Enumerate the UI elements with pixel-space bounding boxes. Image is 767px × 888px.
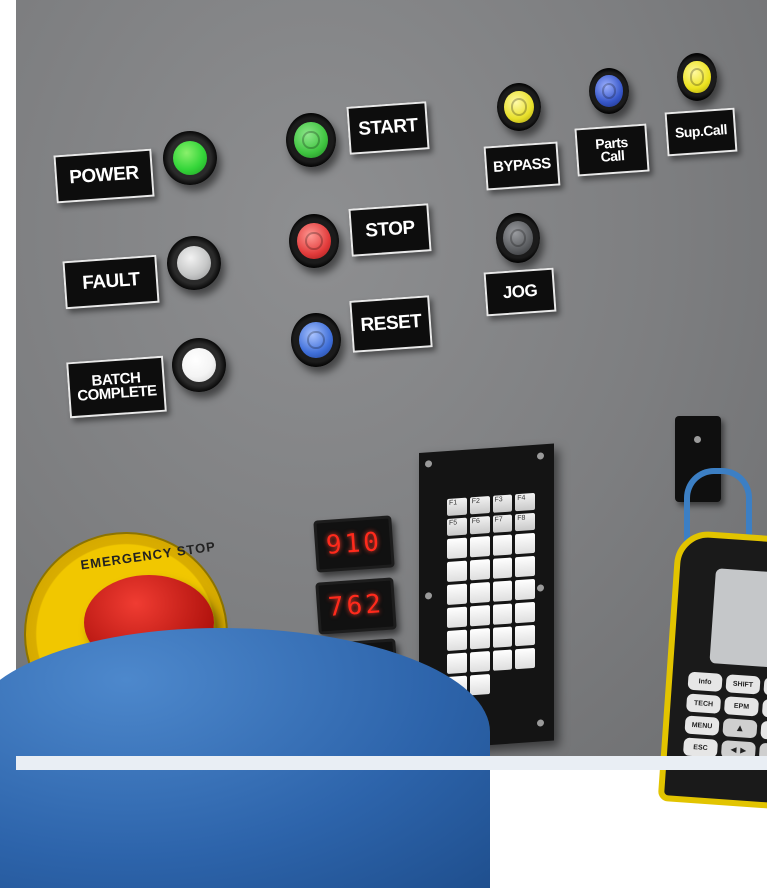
bracket-screw-icon — [694, 436, 701, 443]
reset-label: RESET — [359, 310, 423, 337]
bypass-label-plate: BYPASS — [483, 141, 561, 191]
keypad-key[interactable] — [469, 628, 490, 650]
led-display-1: 910 — [313, 515, 395, 573]
pendant-key-blank[interactable] — [760, 720, 767, 742]
start-label: START — [357, 114, 419, 141]
pendant-key-shift[interactable]: SHIFT — [725, 674, 761, 695]
batch-complete-label-plate: BATCH COMPLETE — [66, 355, 167, 419]
keypad-key[interactable] — [469, 559, 490, 581]
jog-label-plate: JOG — [483, 267, 557, 317]
keypad-key-f5[interactable]: F5 — [447, 517, 467, 537]
keypad-key[interactable] — [515, 647, 535, 670]
stop-pushbutton[interactable] — [289, 214, 339, 268]
keypad-key[interactable] — [515, 624, 535, 647]
sup-call-pushbutton[interactable] — [677, 53, 717, 101]
fault-lamp-lens — [176, 245, 212, 281]
keypad-key-f3[interactable]: F3 — [492, 494, 513, 513]
power-lamp-lens — [172, 140, 208, 176]
bypass-button-cap — [504, 90, 534, 124]
stop-label: STOP — [364, 217, 416, 242]
batch-complete-indicator-lamp — [172, 338, 226, 392]
pendant-up-arrow-icon[interactable]: ▲ — [722, 718, 758, 739]
power-indicator-lamp — [163, 131, 217, 185]
keypad-key[interactable] — [447, 606, 467, 629]
pendant-key-blank[interactable] — [763, 676, 767, 698]
keypad-key-f1[interactable]: F1 — [447, 497, 467, 517]
fault-label-plate: FAULT — [62, 254, 160, 310]
keypad-key[interactable] — [469, 605, 490, 627]
pendant-key-info[interactable]: Info — [687, 671, 723, 692]
keypad-screw-icon — [425, 460, 432, 468]
keypad-key[interactable] — [447, 560, 467, 583]
keypad-key[interactable] — [469, 582, 490, 604]
keypad-key[interactable] — [492, 580, 513, 602]
start-pushbutton[interactable] — [286, 113, 336, 167]
sup-call-button-cap — [683, 60, 711, 94]
parts-call-label-line2: Call — [600, 147, 625, 165]
bypass-label: BYPASS — [492, 154, 552, 176]
keypad-key[interactable] — [492, 534, 513, 556]
keypad-screw-icon — [537, 719, 544, 727]
keypad-key[interactable] — [447, 537, 467, 560]
reset-button-cap — [299, 321, 333, 359]
batch-complete-lamp-lens — [181, 347, 217, 383]
keypad-key[interactable] — [515, 532, 535, 555]
pendant-key-menu[interactable]: MENU — [684, 715, 720, 736]
image-border — [0, 0, 16, 770]
keypad-key-f4[interactable]: F4 — [515, 492, 535, 512]
fault-label: FAULT — [81, 268, 141, 294]
pendant-key-tech[interactable]: TECH — [685, 693, 722, 714]
parts-call-pushbutton[interactable] — [589, 68, 629, 114]
keypad-key-f2[interactable]: F2 — [469, 496, 490, 515]
stop-button-cap — [297, 222, 331, 260]
keypad-key[interactable] — [469, 651, 490, 673]
keypad-key[interactable] — [515, 601, 535, 624]
keypad-screw-icon — [537, 584, 544, 592]
keypad-keys: F1 F2 F3 F4 F5 F6 F7 F8 — [447, 492, 535, 698]
keypad-key[interactable] — [469, 536, 490, 558]
keypad-key[interactable] — [492, 557, 513, 579]
parts-call-button-cap — [595, 75, 623, 107]
sup-call-label-plate: Sup.Call — [664, 107, 738, 157]
stop-label-plate: STOP — [348, 203, 432, 257]
reset-label-plate: RESET — [349, 295, 433, 353]
led-display-1-value: 910 — [325, 527, 383, 561]
fault-indicator-lamp — [167, 236, 221, 290]
keypad-key-f6[interactable]: F6 — [469, 516, 490, 535]
keypad-key[interactable] — [515, 555, 535, 578]
keypad-key-f7[interactable]: F7 — [492, 514, 513, 533]
start-label-plate: START — [346, 101, 430, 155]
jog-pushbutton[interactable] — [496, 213, 540, 263]
pendant-key-esc[interactable]: ESC — [682, 737, 719, 758]
floor-strip — [16, 756, 767, 770]
batch-label-line2: COMPLETE — [76, 382, 158, 405]
pendant-key-epm[interactable]: EPM — [723, 696, 760, 717]
led-display-2: 762 — [315, 577, 397, 635]
pendant-screen — [709, 568, 767, 668]
keypad-key[interactable] — [469, 674, 490, 696]
keypad-key[interactable] — [492, 626, 513, 648]
jog-label: JOG — [502, 280, 538, 303]
parts-call-label-plate: Parts Call — [574, 123, 650, 177]
keypad-key[interactable] — [492, 603, 513, 625]
keypad-key[interactable] — [515, 578, 535, 601]
keypad-key-f8[interactable]: F8 — [515, 512, 535, 532]
start-button-cap — [294, 121, 328, 159]
led-display-2-value: 762 — [327, 589, 385, 623]
power-label-plate: POWER — [53, 148, 155, 204]
bypass-pushbutton[interactable] — [497, 83, 541, 131]
power-label: POWER — [68, 162, 140, 189]
pendant-keys: Info SHIFT TECH EPM MENU ▲ ESC ◄► ▼ — [682, 671, 767, 764]
keypad-screw-icon — [537, 452, 544, 460]
jog-button-cap — [503, 221, 533, 255]
reset-pushbutton[interactable] — [291, 313, 341, 367]
keypad-key[interactable] — [492, 649, 513, 671]
keypad-key[interactable] — [447, 629, 467, 652]
keypad-key[interactable] — [447, 583, 467, 606]
keypad-key[interactable] — [447, 652, 467, 675]
keypad-screw-icon — [425, 592, 432, 600]
sup-call-label: Sup.Call — [674, 121, 728, 142]
pendant-key-blank[interactable] — [761, 698, 767, 720]
